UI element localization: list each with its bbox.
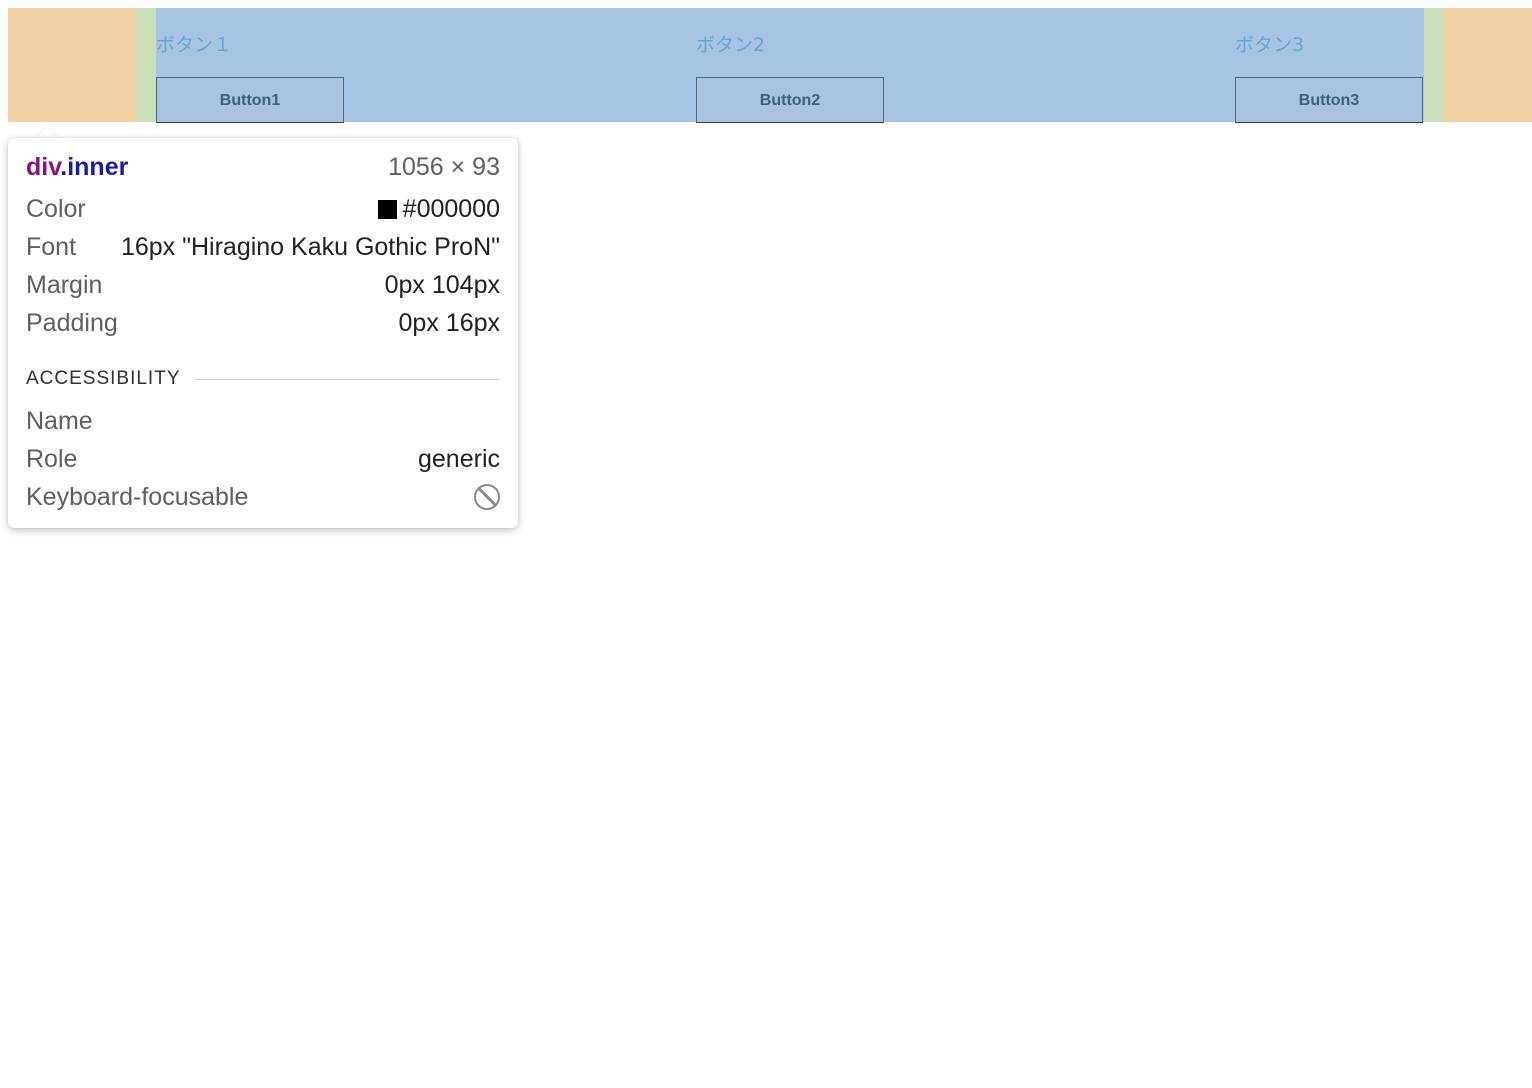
color-swatch — [377, 199, 397, 219]
property-value: #000000 — [377, 195, 500, 224]
property-key: Role — [26, 444, 78, 473]
property-key: Padding — [26, 308, 118, 337]
property-key: Color — [26, 194, 86, 223]
button-3[interactable]: Button3 — [1235, 77, 1423, 123]
element-tag: div — [26, 152, 61, 181]
property-key: Name — [26, 406, 93, 435]
accessibility-row-focusable: Keyboard-focusable — [26, 479, 500, 515]
not-allowed-icon — [474, 484, 500, 510]
property-row-color: Color #000000 — [26, 191, 500, 227]
element-selector: div.inner — [26, 153, 128, 182]
property-key: Keyboard-focusable — [26, 482, 249, 511]
property-value: generic — [418, 444, 500, 473]
highlighted-element-content: ボタン１ ボタン2 ボタン3 Button1 Button2 Button3 — [156, 8, 1424, 123]
tooltip-header: div.inner 1056 × 93 — [26, 149, 500, 185]
inspector-tooltip: div.inner 1056 × 93 Color #000000 Font 1… — [8, 138, 518, 528]
property-key: Font — [26, 232, 77, 261]
property-value: 16px "Hiragino Kaku Gothic ProN" — [120, 232, 500, 261]
highlighted-element-margin: ボタン１ ボタン2 ボタン3 Button1 Button2 Button3 — [8, 8, 1532, 123]
property-row-padding: Padding 0px 16px — [26, 305, 500, 341]
accessibility-title: ACCESSIBILITY — [26, 368, 181, 389]
element-size: 1056 × 93 — [388, 152, 500, 181]
column-label-3: ボタン3 — [1235, 34, 1305, 56]
accessibility-row-name: Name — [26, 403, 500, 439]
accessibility-row-role: Role generic — [26, 441, 500, 477]
element-class: .inner — [60, 152, 129, 181]
property-value: 0px 104px — [384, 270, 500, 299]
button-2[interactable]: Button2 — [696, 77, 884, 123]
tooltip-arrow — [36, 127, 58, 138]
section-divider — [194, 378, 500, 380]
accessibility-section-header: ACCESSIBILITY — [26, 364, 500, 394]
property-key: Margin — [26, 270, 103, 299]
column-label-2: ボタン2 — [696, 34, 766, 56]
property-row-font: Font 16px "Hiragino Kaku Gothic ProN" — [26, 229, 500, 265]
button-1[interactable]: Button1 — [156, 77, 344, 123]
property-row-margin: Margin 0px 104px — [26, 267, 500, 303]
property-value: 0px 16px — [398, 308, 500, 337]
column-label-1: ボタン１ — [156, 34, 233, 56]
